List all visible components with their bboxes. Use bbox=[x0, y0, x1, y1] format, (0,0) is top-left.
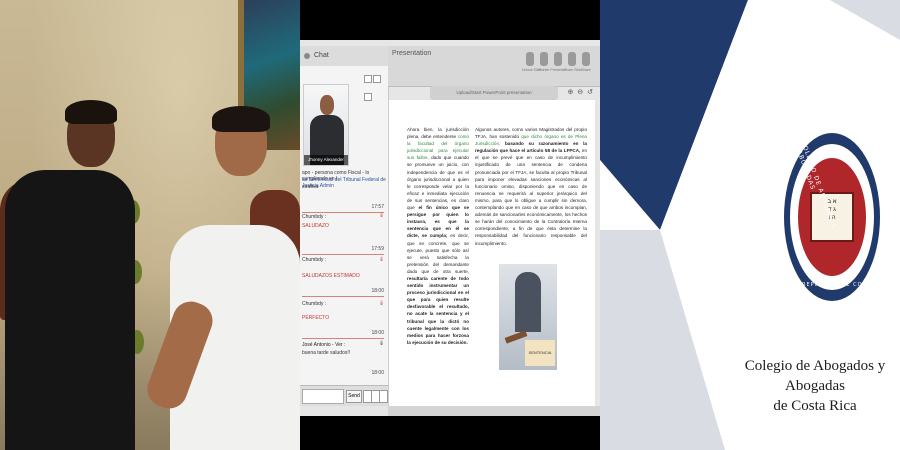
share-button[interactable]: Share bbox=[578, 52, 594, 82]
presentation-footer bbox=[388, 406, 600, 416]
message-body: buena tarde saludos!! bbox=[302, 350, 351, 356]
chat-history-text-end: strativa bbox=[302, 184, 319, 190]
slide-column-left: Ahora bien, la jurisdicción plena, debe … bbox=[407, 127, 469, 345]
chat-compose-bar: Send bbox=[300, 385, 388, 406]
letterbox-top bbox=[300, 0, 600, 40]
message-sender: Chumbdy : bbox=[302, 301, 327, 307]
zoom-controls-icon[interactable]: ⊕ ⊖ ↺ bbox=[568, 88, 595, 96]
chat-message-input[interactable] bbox=[302, 389, 344, 404]
arrow-down-icon[interactable]: ⇓ bbox=[379, 340, 384, 347]
justice-illustration: SENTENCIA bbox=[499, 264, 557, 370]
message-time: 17:59 bbox=[371, 246, 384, 252]
slide-column-right: Algunos autores, como varios Magistrados… bbox=[475, 127, 588, 246]
seal-bottom-text: REPÚBLICA DE COSTA RICA bbox=[802, 282, 894, 288]
presenter-name: Jhonny Alexander López bbox=[304, 155, 348, 165]
presentation-header: Presentation Unlock Slide Pointer Presen… bbox=[388, 46, 600, 87]
chat-panel: Chat Jhonny Alexander López apo - person… bbox=[300, 46, 389, 406]
organization-name: Colegio de Abogados y Abogadas de Costa … bbox=[730, 356, 900, 416]
message-sender: José Antonio - Ver : bbox=[302, 342, 346, 348]
message-time: 18:00 bbox=[371, 330, 384, 336]
participants-video bbox=[0, 0, 300, 450]
presenter-webcam: Jhonny Alexander López bbox=[303, 84, 349, 166]
chat-title-bar: Chat bbox=[300, 46, 388, 66]
message-body: SALUDAZO bbox=[302, 223, 329, 229]
org-name-line2: de Costa Rica bbox=[773, 398, 857, 414]
letterbox-bottom bbox=[300, 416, 600, 450]
message-time: 18:00 bbox=[371, 370, 384, 376]
gavel-icon bbox=[504, 330, 528, 344]
chat-icon bbox=[304, 53, 310, 59]
send-button[interactable]: Send bbox=[346, 390, 362, 403]
participant-right bbox=[142, 106, 300, 450]
logo-panel: א בג דה ו COLEGIO DE ABOGADOS Y ABOGADAS… bbox=[600, 0, 900, 450]
sentencia-document: SENTENCIA bbox=[525, 340, 555, 366]
message-body: SALUDAZOS ESTIMADO bbox=[302, 273, 360, 279]
presentation-slide: Ahora bien, la jurisdicción plena, debe … bbox=[388, 100, 595, 406]
upload-presentation-button[interactable]: Upload/Start PowerPoint presentation bbox=[430, 86, 558, 100]
chat-window-controls[interactable] bbox=[364, 70, 388, 101]
chat-title: Chat bbox=[314, 52, 329, 59]
message-time: 17:57 bbox=[371, 204, 384, 210]
arrow-down-icon[interactable]: ⇓ bbox=[379, 256, 384, 263]
message-sender: Chumbdy : bbox=[302, 214, 327, 220]
settings-icon[interactable] bbox=[379, 390, 388, 403]
org-name-line1: Colegio de Abogados y Abogadas bbox=[744, 358, 886, 394]
participant-left bbox=[5, 100, 135, 450]
presentation-title: Presentation bbox=[392, 50, 432, 57]
presentation-toolbar: Unlock Slide Pointer Presenter Share Sli… bbox=[522, 52, 594, 84]
arrow-down-icon[interactable]: ⇓ bbox=[379, 212, 384, 219]
message-sender: Chumbdy : bbox=[302, 257, 327, 263]
message-body: PERFECTO bbox=[302, 315, 330, 321]
conference-screen: Chat Jhonny Alexander López apo - person… bbox=[300, 0, 600, 450]
arrow-down-icon[interactable]: ⇓ bbox=[379, 300, 384, 307]
message-time: 18:00 bbox=[371, 288, 384, 294]
